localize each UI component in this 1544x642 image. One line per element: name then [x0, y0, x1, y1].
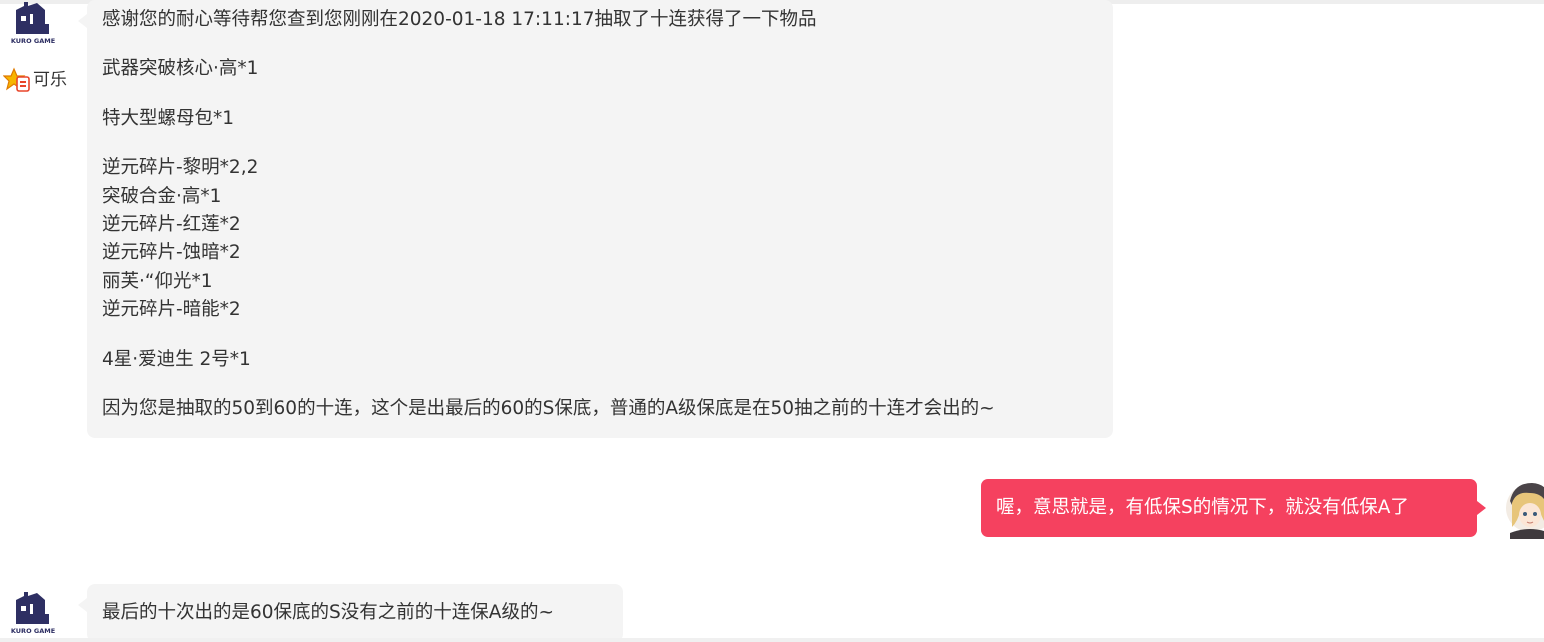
message-line: 逆元碎片-蚀暗*2 — [102, 242, 241, 264]
message-line: 逆元碎片-暗能*2 — [102, 299, 241, 321]
message-line: 丽芙·“仰光*1 — [102, 270, 213, 292]
message-paragraph: 4星·爱迪生 2号*1 — [102, 346, 1098, 374]
agent-name: 可乐 — [33, 70, 67, 90]
message-line: 武器突破核心·高*1 — [102, 58, 259, 80]
anime-girl-avatar-icon[interactable] — [1504, 477, 1544, 539]
kuro-game-logo-icon: KURO GAME — [11, 592, 55, 635]
message-paragraph: 因为您是抽取的50到60的十连，这个是出最后的60的S保底，普通的A级保底是在5… — [102, 395, 1098, 423]
message-paragraph: 武器突破核心·高*1 — [102, 55, 1098, 83]
gold-crown-badge-icon — [3, 67, 30, 92]
logo-text: KURO GAME — [11, 627, 55, 635]
message-line: 因为您是抽取的50到60的十连，这个是出最后的60的S保底，普通的A级保底是在5… — [102, 397, 995, 419]
agent-message-bubble: 感谢您的耐心等待帮您查到您刚刚在2020-01-18 17:11:17抽取了十连… — [78, 0, 1113, 438]
user-message-bubble: 喔，意思就是，有低保S的情况下，就没有低保A了 — [981, 479, 1486, 537]
kuro-game-logo-avatar[interactable]: KURO GAME — [11, 0, 55, 46]
chat-window: KURO GAME 可乐 感谢您的耐心等待帮您查到您刚刚在2020-01-18 … — [0, 0, 1544, 642]
message-line: 逆元碎片-红莲*2 — [102, 213, 241, 235]
logo-text: KURO GAME — [11, 37, 55, 45]
agent-message-bubble: 最后的十次出的是60保底的S没有之前的十连保A级的~ — [78, 584, 623, 642]
user-avatar-image — [1506, 483, 1544, 539]
message-paragraph: 特大型螺母包*1 — [102, 105, 1098, 133]
message-line: 突破合金·高*1 — [102, 185, 222, 207]
message-line: 4星·爱迪生 2号*1 — [102, 348, 251, 370]
message-line: 逆元碎片-黎明*2,2 — [102, 157, 259, 179]
agent-name-row: 可乐 — [3, 66, 67, 94]
message-line: 感谢您的耐心等待帮您查到您刚刚在2020-01-18 17:11:17抽取了十连… — [102, 9, 817, 30]
kuro-game-logo-avatar[interactable]: KURO GAME — [11, 590, 55, 636]
kuro-game-logo-icon: KURO GAME — [11, 2, 55, 45]
message-paragraph: 逆元碎片-黎明*2,2 突破合金·高*1 逆元碎片-红莲*2 逆元碎片-蚀暗*2… — [102, 154, 1098, 324]
message-line: 特大型螺母包*1 — [102, 107, 235, 129]
user-message-text: 喔，意思就是，有低保S的情况下，就没有低保A了 — [996, 497, 1409, 518]
message-paragraph: 感谢您的耐心等待帮您查到您刚刚在2020-01-18 17:11:17抽取了十连… — [102, 6, 1098, 34]
bottom-divider — [0, 638, 1544, 642]
message-line: 最后的十次出的是60保底的S没有之前的十连保A级的~ — [102, 602, 554, 623]
